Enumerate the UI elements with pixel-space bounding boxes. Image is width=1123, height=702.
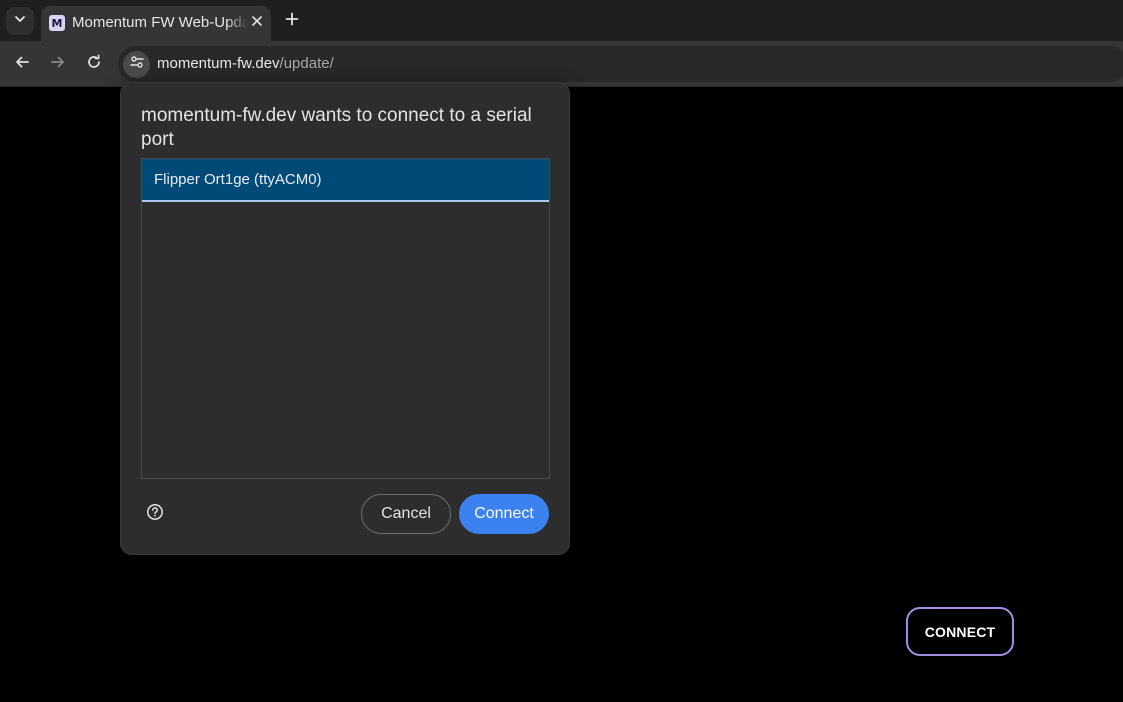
help-icon xyxy=(146,503,164,526)
tab-title: Momentum FW Web-Updater xyxy=(72,14,248,31)
page-connect-button[interactable]: CONNECT xyxy=(906,607,1014,656)
help-button[interactable] xyxy=(145,503,165,526)
reload-icon xyxy=(86,54,102,75)
back-arrow-icon xyxy=(14,54,30,75)
chevron-down-icon xyxy=(13,12,27,31)
close-icon xyxy=(251,14,263,32)
tab-close-button[interactable] xyxy=(248,14,266,32)
plus-icon xyxy=(285,12,299,31)
browser-toolbar: momentum-fw.dev/update/ xyxy=(0,41,1123,87)
tab-strip: M Momentum FW Web-Updater xyxy=(0,0,1123,41)
site-info-button[interactable] xyxy=(123,51,150,78)
url-text: momentum-fw.dev/update/ xyxy=(157,54,334,74)
port-label: Flipper Ort1ge (ttyACM0) xyxy=(154,171,322,188)
connect-button[interactable]: Connect xyxy=(459,494,549,534)
url-path: /update/ xyxy=(279,55,334,72)
back-button[interactable] xyxy=(11,53,33,75)
favicon-icon: M xyxy=(49,15,65,31)
site-settings-icon xyxy=(129,54,145,75)
forward-button[interactable] xyxy=(47,53,69,75)
new-tab-button[interactable] xyxy=(281,10,303,32)
address-bar[interactable]: momentum-fw.dev/update/ xyxy=(118,46,1123,82)
tab-search-button[interactable] xyxy=(6,7,34,35)
port-list-item[interactable]: Flipper Ort1ge (ttyACM0) xyxy=(142,159,549,202)
dialog-title: momentum-fw.dev wants to connect to a se… xyxy=(141,105,532,150)
port-list[interactable]: Flipper Ort1ge (ttyACM0) xyxy=(141,158,550,479)
url-host: momentum-fw.dev xyxy=(157,55,280,72)
reload-button[interactable] xyxy=(83,53,105,75)
serial-port-dialog: momentum-fw.dev wants to connect to a se… xyxy=(120,82,570,555)
cancel-button[interactable]: Cancel xyxy=(361,494,451,534)
browser-tab[interactable]: M Momentum FW Web-Updater xyxy=(41,6,271,41)
forward-arrow-icon xyxy=(50,54,66,75)
